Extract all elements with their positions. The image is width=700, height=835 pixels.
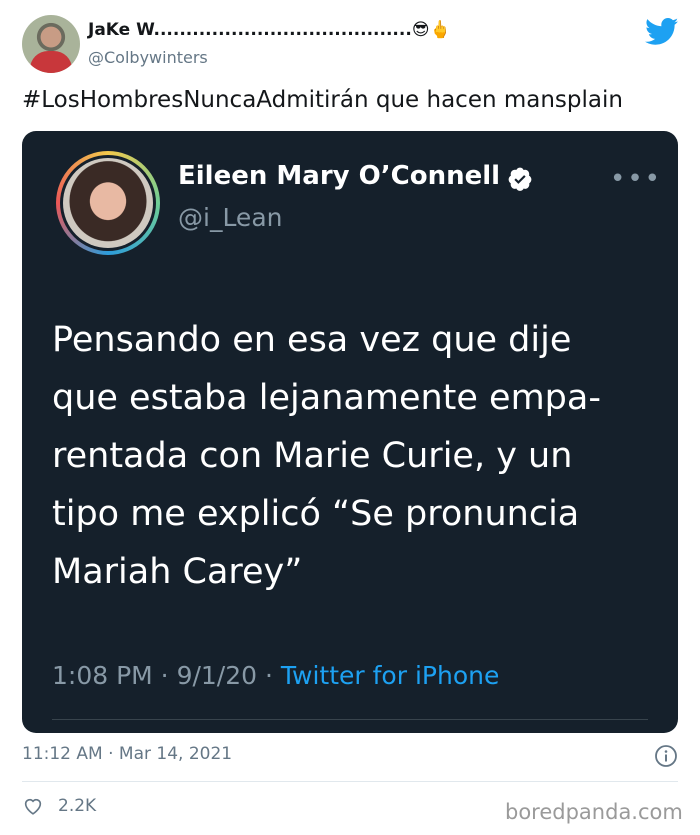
avatar-shirt <box>30 51 72 73</box>
heart-icon[interactable] <box>22 795 44 817</box>
quoted-tweet-card[interactable]: Eileen Mary O’Connell @i_Lean ••• Pensan… <box>22 131 678 733</box>
verified-badge-icon <box>508 167 532 191</box>
quoted-author-avatar[interactable] <box>56 151 160 255</box>
avatar-ring <box>60 155 156 251</box>
author-handle[interactable]: @Colbywinters <box>88 48 208 67</box>
quoted-tweet-text: Pensando en esa vez que dije que estaba … <box>52 320 601 592</box>
author-name[interactable]: JaKe W..................................… <box>88 20 412 40</box>
like-count: 2.2K <box>58 796 97 816</box>
tweet-text: #LosHombresNuncaAdmitirán que hacen mans… <box>22 87 623 113</box>
author-name-row[interactable]: JaKe W..................................… <box>88 20 451 40</box>
tweet-timestamp[interactable]: 11:12 AM · Mar 14, 2021 <box>22 744 232 764</box>
quoted-author-handle[interactable]: @i_Lean <box>178 203 282 232</box>
twitter-bird-icon[interactable] <box>645 18 679 46</box>
tweet-divider <box>22 781 678 782</box>
author-emoji: 😎🖕 <box>411 20 451 40</box>
card-divider <box>52 719 648 720</box>
quoted-tweet-meta: 1:08 PM · 9/1/20 · Twitter for iPhone <box>52 661 499 690</box>
avatar-photo <box>63 158 153 248</box>
author-avatar[interactable] <box>22 15 80 73</box>
quoted-tweet-time: 1:08 PM · 9/1/20 · <box>52 661 281 690</box>
quoted-tweet-source[interactable]: Twitter for iPhone <box>281 661 499 690</box>
info-icon[interactable] <box>654 744 678 768</box>
watermark: boredpanda.com <box>505 800 683 824</box>
more-options-icon[interactable]: ••• <box>610 166 662 192</box>
quoted-author-name[interactable]: Eileen Mary O’Connell <box>178 161 500 191</box>
